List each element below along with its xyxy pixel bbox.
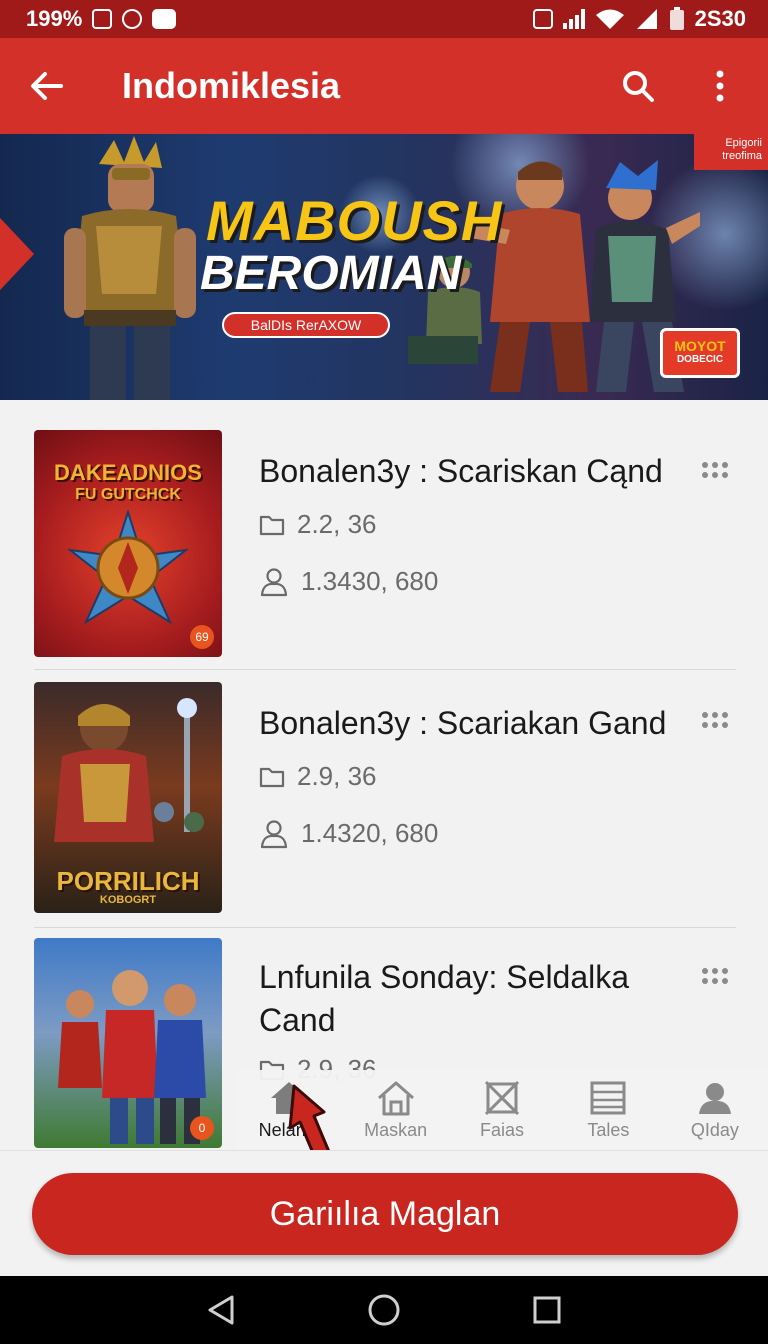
folder-icon [259,515,285,535]
table-icon [590,1081,626,1115]
downloads-text: 1.3430, 680 [301,566,439,596]
downloads-text: 1.4320, 680 [301,818,439,848]
battery-percent: 199% [26,6,83,31]
tab-label: QIday [690,1120,739,1140]
thumb-title: PORRILICH [56,866,200,896]
nav-home-icon[interactable] [367,1293,401,1327]
divider [34,927,736,928]
tab-label: Tales [587,1120,630,1140]
corner-line2: treofima [722,150,762,162]
wifi-icon [595,9,624,29]
status-bar: 199% 2S30 [0,0,768,38]
game-thumbnail[interactable]: PORRILICH KOBOGRT [34,682,222,913]
list-item[interactable]: DAKEADNIOS FU GUTCHCK 69 Bonalen3y : Sca… [34,430,736,670]
game-thumbnail[interactable]: 0 [34,938,222,1148]
version-row: 2.2, 36 [259,509,679,540]
app-bar: Indomiklesia [0,38,768,134]
system-nav-bar [0,1276,768,1344]
more-vert-icon [716,70,724,102]
cell-signal-icon [636,9,657,29]
version-row: 2.9, 36 [259,761,679,792]
banner-corner-label: Epigorii treofima [694,134,768,170]
search-button[interactable] [616,64,660,108]
nav-recents-icon[interactable] [532,1295,562,1325]
signal-icon [562,9,585,29]
cta-area: Gariılıa Maglan [0,1150,768,1276]
user-icon [260,819,288,848]
notification-icon [92,9,113,29]
banner-logo-badge: MOYOT DOBECIC [660,328,740,378]
game-thumbnail[interactable]: DAKEADNIOS FU GUTCHCK 69 [34,430,222,657]
badge-line2: DOBECIC [676,354,724,365]
app-title: Indomiklesia [122,65,341,106]
house-outline-icon [377,1081,414,1116]
back-arrow-icon [31,72,63,100]
more-options-button[interactable] [702,966,736,988]
banner-title-line1: MABOUSH [206,189,503,252]
corner-line1: Epigorii [725,137,762,149]
downloads-row: 1.3430, 680 [259,566,679,597]
thumb-tag: 0 [190,1116,214,1140]
tab-label: Faias [480,1120,525,1140]
tab-faias[interactable]: Faias [449,1070,555,1150]
tab-profile[interactable]: QIday [662,1070,768,1150]
clock-icon [122,9,143,29]
back-button[interactable] [26,66,66,106]
app-notification-icon [152,9,177,29]
battery-icon [669,7,684,30]
emblem-icon [68,510,188,625]
overflow-menu-button[interactable] [698,64,742,108]
badge-line1: MOYOT [674,338,726,354]
thumb-subtitle: FU GUTCHCK [75,486,181,503]
crossed-box-icon [484,1080,520,1116]
folder-icon [259,767,285,787]
more-options-button[interactable] [702,710,736,732]
thumb-tag: 69 [190,625,214,649]
version-text: 2.2, 36 [297,509,377,539]
nav-back-icon[interactable] [206,1294,236,1326]
user-icon [260,567,288,596]
thumb-title: DAKEADNIOS [54,460,202,485]
profile-icon [698,1083,731,1114]
tab-label: Maskan [364,1120,428,1140]
game-title: Bonalen3y : Scariskan Cąnd [259,453,663,489]
thumb-subtitle: KOBOGRT [99,894,157,906]
version-text: 2.9, 36 [297,761,377,791]
game-title: Lnfunila Sonday: Seldalka Cand [259,959,630,1038]
list-item[interactable]: PORRILICH KOBOGRT Bonalen3y : Scariakan … [34,682,736,928]
divider [34,669,736,670]
downloads-row: 1.4320, 680 [259,818,679,849]
banner-pill: BalDIs RerAXOW [222,312,390,338]
clock-time: 2S30 [694,6,746,31]
game-title: Bonalen3y : Scariakan Gand [259,705,667,741]
more-options-button[interactable] [702,460,736,482]
nfc-icon [532,9,553,29]
team-illustration [58,970,206,1144]
chevron-decoration [0,186,34,322]
promo-banner[interactable]: MABOUSH BEROMIAN BalDIs RerAXOW Epigorii… [0,134,768,400]
tab-maskan[interactable]: Maskan [342,1070,448,1150]
banner-title-line2: BEROMIAN [200,247,462,300]
search-icon [623,71,654,102]
primary-action-button[interactable]: Gariılıa Maglan [32,1173,738,1255]
warrior-hero-illustration [64,136,196,400]
warrior-illustration [54,698,204,842]
tab-tales[interactable]: Tales [555,1070,661,1150]
